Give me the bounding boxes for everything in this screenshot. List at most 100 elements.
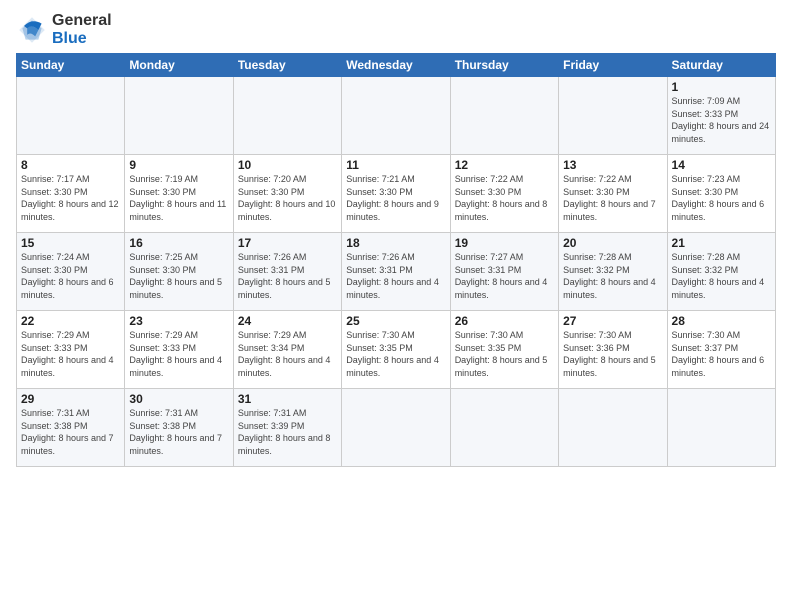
day-info: Sunrise: 7:19 AMSunset: 3:30 PMDaylight:…: [129, 174, 226, 222]
day-number: 16: [129, 236, 228, 250]
calendar-cell: [17, 77, 125, 155]
day-number: 13: [563, 158, 662, 172]
day-number: 15: [21, 236, 120, 250]
header: General Blue: [16, 12, 776, 47]
calendar-cell: 8Sunrise: 7:17 AMSunset: 3:30 PMDaylight…: [17, 155, 125, 233]
calendar-cell: 29 Sunrise: 7:31 AMSunset: 3:38 PMDayligh…: [17, 389, 125, 467]
calendar-weekday-wednesday: Wednesday: [342, 54, 450, 77]
day-info: Sunrise: 7:29 AMSunset: 3:33 PMDaylight:…: [129, 330, 222, 378]
calendar-cell: [450, 77, 558, 155]
day-info: Sunrise: 7:29 AMSunset: 3:33 PMDaylight:…: [21, 330, 114, 378]
day-info: Sunrise: 7:22 AMSunset: 3:30 PMDaylight:…: [455, 174, 548, 222]
day-number: 12: [455, 158, 554, 172]
calendar-week-row: 1 Sunrise: 7:09 AMSunset: 3:33 PMDaylight…: [17, 77, 776, 155]
calendar-cell: 15 Sunrise: 7:24 AMSunset: 3:30 PMDayligh…: [17, 233, 125, 311]
day-info: Sunrise: 7:31 AMSunset: 3:39 PMDaylight:…: [238, 408, 331, 456]
day-info: Sunrise: 7:28 AMSunset: 3:32 PMDaylight:…: [672, 252, 765, 300]
day-number: 10: [238, 158, 337, 172]
logo-text: General Blue: [52, 12, 112, 47]
day-number: 26: [455, 314, 554, 328]
day-info: Sunrise: 7:20 AMSunset: 3:30 PMDaylight:…: [238, 174, 336, 222]
day-number: 9: [129, 158, 228, 172]
calendar-weekday-saturday: Saturday: [667, 54, 775, 77]
day-info: Sunrise: 7:17 AMSunset: 3:30 PMDaylight:…: [21, 174, 119, 222]
day-info: Sunrise: 7:31 AMSunset: 3:38 PMDaylight:…: [129, 408, 222, 456]
day-number: 18: [346, 236, 445, 250]
day-info: Sunrise: 7:29 AMSunset: 3:34 PMDaylight:…: [238, 330, 331, 378]
page: General Blue SundayMondayTuesdayWednesda…: [0, 0, 792, 612]
calendar-weekday-thursday: Thursday: [450, 54, 558, 77]
day-info: Sunrise: 7:09 AMSunset: 3:33 PMDaylight:…: [672, 96, 770, 144]
calendar-cell: 24 Sunrise: 7:29 AMSunset: 3:34 PMDayligh…: [233, 311, 341, 389]
day-info: Sunrise: 7:22 AMSunset: 3:30 PMDaylight:…: [563, 174, 656, 222]
day-info: Sunrise: 7:30 AMSunset: 3:36 PMDaylight:…: [563, 330, 656, 378]
calendar-cell: 9 Sunrise: 7:19 AMSunset: 3:30 PMDaylight…: [125, 155, 233, 233]
calendar-weekday-tuesday: Tuesday: [233, 54, 341, 77]
day-info: Sunrise: 7:30 AMSunset: 3:37 PMDaylight:…: [672, 330, 765, 378]
day-number: 11: [346, 158, 445, 172]
day-number: 31: [238, 392, 337, 406]
calendar-cell: 27 Sunrise: 7:30 AMSunset: 3:36 PMDayligh…: [559, 311, 667, 389]
day-info: Sunrise: 7:24 AMSunset: 3:30 PMDaylight:…: [21, 252, 114, 300]
calendar-cell: 16 Sunrise: 7:25 AMSunset: 3:30 PMDayligh…: [125, 233, 233, 311]
calendar-cell: 30 Sunrise: 7:31 AMSunset: 3:38 PMDayligh…: [125, 389, 233, 467]
day-info: Sunrise: 7:27 AMSunset: 3:31 PMDaylight:…: [455, 252, 548, 300]
calendar-cell: 1 Sunrise: 7:09 AMSunset: 3:33 PMDaylight…: [667, 77, 775, 155]
day-number: 22: [21, 314, 120, 328]
calendar-cell: 11 Sunrise: 7:21 AMSunset: 3:30 PMDayligh…: [342, 155, 450, 233]
calendar-cell: 18 Sunrise: 7:26 AMSunset: 3:31 PMDayligh…: [342, 233, 450, 311]
calendar-week-row: 29 Sunrise: 7:31 AMSunset: 3:38 PMDayligh…: [17, 389, 776, 467]
day-number: 17: [238, 236, 337, 250]
day-info: Sunrise: 7:30 AMSunset: 3:35 PMDaylight:…: [346, 330, 439, 378]
day-number: 30: [129, 392, 228, 406]
day-info: Sunrise: 7:26 AMSunset: 3:31 PMDaylight:…: [346, 252, 439, 300]
calendar-cell: 20 Sunrise: 7:28 AMSunset: 3:32 PMDayligh…: [559, 233, 667, 311]
day-info: Sunrise: 7:26 AMSunset: 3:31 PMDaylight:…: [238, 252, 331, 300]
calendar-cell: 13 Sunrise: 7:22 AMSunset: 3:30 PMDayligh…: [559, 155, 667, 233]
day-number: 25: [346, 314, 445, 328]
day-info: Sunrise: 7:31 AMSunset: 3:38 PMDaylight:…: [21, 408, 114, 456]
calendar-cell: 19 Sunrise: 7:27 AMSunset: 3:31 PMDayligh…: [450, 233, 558, 311]
day-number: 21: [672, 236, 771, 250]
day-info: Sunrise: 7:30 AMSunset: 3:35 PMDaylight:…: [455, 330, 548, 378]
calendar-table: SundayMondayTuesdayWednesdayThursdayFrid…: [16, 53, 776, 467]
calendar-cell: 23 Sunrise: 7:29 AMSunset: 3:33 PMDayligh…: [125, 311, 233, 389]
calendar-weekday-sunday: Sunday: [17, 54, 125, 77]
day-info: Sunrise: 7:23 AMSunset: 3:30 PMDaylight:…: [672, 174, 765, 222]
calendar-weekday-monday: Monday: [125, 54, 233, 77]
day-info: Sunrise: 7:25 AMSunset: 3:30 PMDaylight:…: [129, 252, 222, 300]
day-number: 27: [563, 314, 662, 328]
calendar-cell: [450, 389, 558, 467]
calendar-cell: [559, 77, 667, 155]
calendar-week-row: 8Sunrise: 7:17 AMSunset: 3:30 PMDaylight…: [17, 155, 776, 233]
calendar-cell: 17 Sunrise: 7:26 AMSunset: 3:31 PMDayligh…: [233, 233, 341, 311]
day-number: 14: [672, 158, 771, 172]
calendar-cell: [559, 389, 667, 467]
logo-icon: [16, 14, 48, 46]
calendar-cell: [233, 77, 341, 155]
calendar-cell: [125, 77, 233, 155]
calendar-header-row: SundayMondayTuesdayWednesdayThursdayFrid…: [17, 54, 776, 77]
day-number: 28: [672, 314, 771, 328]
calendar-cell: 21 Sunrise: 7:28 AMSunset: 3:32 PMDayligh…: [667, 233, 775, 311]
day-info: Sunrise: 7:28 AMSunset: 3:32 PMDaylight:…: [563, 252, 656, 300]
logo: General Blue: [16, 12, 112, 47]
calendar-cell: [667, 389, 775, 467]
calendar-cell: [342, 389, 450, 467]
calendar-cell: 28 Sunrise: 7:30 AMSunset: 3:37 PMDayligh…: [667, 311, 775, 389]
calendar-cell: [342, 77, 450, 155]
day-number: 1: [672, 80, 771, 94]
calendar-cell: 31 Sunrise: 7:31 AMSunset: 3:39 PMDayligh…: [233, 389, 341, 467]
calendar-week-row: 22 Sunrise: 7:29 AMSunset: 3:33 PMDayligh…: [17, 311, 776, 389]
calendar-weekday-friday: Friday: [559, 54, 667, 77]
calendar-cell: 14 Sunrise: 7:23 AMSunset: 3:30 PMDayligh…: [667, 155, 775, 233]
day-number: 20: [563, 236, 662, 250]
day-number: 29: [21, 392, 120, 406]
day-info: Sunrise: 7:21 AMSunset: 3:30 PMDaylight:…: [346, 174, 439, 222]
day-number: 19: [455, 236, 554, 250]
day-number: 24: [238, 314, 337, 328]
calendar-cell: 10 Sunrise: 7:20 AMSunset: 3:30 PMDayligh…: [233, 155, 341, 233]
calendar-cell: 26 Sunrise: 7:30 AMSunset: 3:35 PMDayligh…: [450, 311, 558, 389]
day-number: 23: [129, 314, 228, 328]
calendar-cell: 25 Sunrise: 7:30 AMSunset: 3:35 PMDayligh…: [342, 311, 450, 389]
